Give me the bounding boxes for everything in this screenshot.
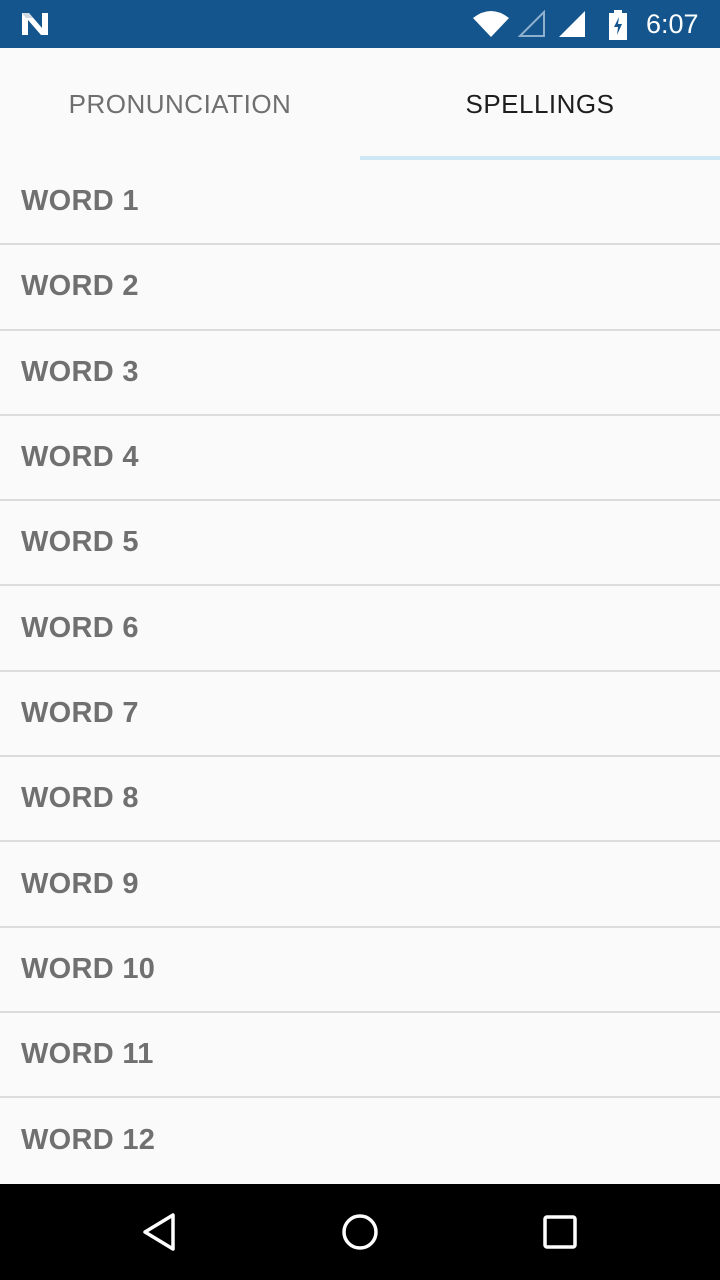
recents-icon[interactable]	[540, 1212, 580, 1252]
word-label: WORD 12	[21, 1124, 156, 1157]
list-item[interactable]: WORD 12	[0, 1098, 720, 1183]
list-item[interactable]: WORD 2	[0, 245, 720, 331]
back-icon[interactable]	[140, 1212, 180, 1252]
word-label: WORD 9	[21, 867, 139, 900]
word-label: WORD 6	[21, 611, 139, 644]
list-item[interactable]: WORD 3	[0, 331, 720, 416]
word-label: WORD 8	[21, 782, 139, 815]
cell-signal-full-icon	[559, 11, 585, 37]
word-label: WORD 2	[21, 270, 139, 303]
list-item[interactable]: WORD 1	[0, 160, 720, 246]
app-screen: 6:07 PRONUNCIATION SPELLINGS WORD 1 WORD…	[0, 0, 720, 1280]
cell-signal-empty-icon	[518, 10, 545, 37]
word-label: WORD 1	[21, 185, 139, 218]
wifi-icon	[473, 11, 509, 37]
word-list[interactable]: WORD 1 WORD 2 WORD 3 WORD 4 WORD 5 WORD …	[0, 160, 720, 1184]
navigation-bar	[0, 1184, 720, 1280]
word-label: WORD 11	[21, 1038, 154, 1071]
n-logo-icon	[22, 13, 48, 35]
home-icon[interactable]	[340, 1212, 380, 1252]
status-bar: 6:07	[0, 0, 720, 48]
word-label: WORD 7	[21, 696, 139, 729]
tab-pronunciation[interactable]: PRONUNCIATION	[0, 48, 360, 160]
word-label: WORD 3	[21, 355, 139, 388]
list-item[interactable]: WORD 6	[0, 586, 720, 672]
list-item[interactable]: WORD 4	[0, 416, 720, 502]
list-item[interactable]: WORD 5	[0, 501, 720, 587]
battery-charging-icon	[609, 10, 627, 40]
list-item[interactable]: WORD 7	[0, 672, 720, 758]
list-item[interactable]: WORD 9	[0, 842, 720, 928]
tab-spellings[interactable]: SPELLINGS	[360, 48, 720, 160]
word-label: WORD 4	[21, 441, 139, 474]
list-item[interactable]: WORD 8	[0, 757, 720, 843]
tab-bar: PRONUNCIATION SPELLINGS	[0, 48, 720, 160]
word-label: WORD 5	[21, 526, 139, 559]
status-time: 6:07	[646, 9, 699, 39]
list-item[interactable]: WORD 10	[0, 928, 720, 1013]
word-label: WORD 10	[21, 952, 156, 985]
list-item[interactable]: WORD 11	[0, 1013, 720, 1099]
